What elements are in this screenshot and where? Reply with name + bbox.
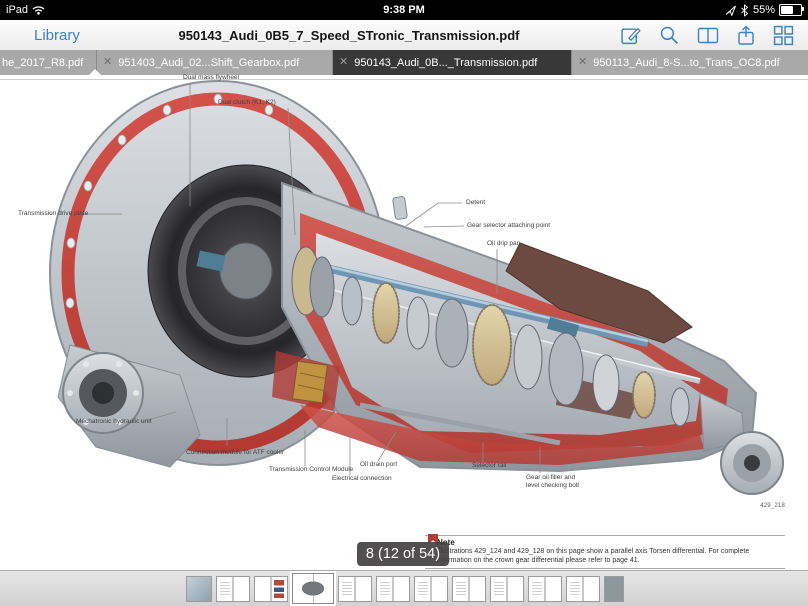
callout-dual-mass-flywheel: Dual mass flywheel xyxy=(183,74,239,82)
library-button[interactable]: Library xyxy=(34,27,80,44)
location-arrow-icon xyxy=(725,5,736,16)
pdf-page[interactable]: Dual mass flywheel Dual clutch (K1, K2) … xyxy=(0,75,808,570)
callout-dual-clutch: Dual clutch (K1, K2) xyxy=(218,99,276,107)
note-title: Note xyxy=(437,538,785,547)
close-icon[interactable]: ✕ xyxy=(339,57,348,68)
thumbnail-page[interactable] xyxy=(186,576,212,602)
note-body: Illustrations 429_124 and 429_128 on thi… xyxy=(437,547,785,565)
page-indicator: 8 (12 of 54) xyxy=(357,542,449,566)
figure-reference-number: 429_218 xyxy=(741,503,785,509)
callout-oil-drain-port: Oil drain port xyxy=(360,461,397,469)
tab-label: he_2017_R8.pdf xyxy=(2,57,83,69)
battery-icon xyxy=(779,4,802,16)
tab-auto-trans-oc8[interactable]: ✕ 950113_Audi_8-S...to_Trans_OC8.pdf xyxy=(572,50,808,75)
nav-bar: Library 950143_Audi_0B5_7_Speed_STronic_… xyxy=(0,20,808,50)
callout-detent: Detent xyxy=(466,199,485,207)
close-icon[interactable]: ✕ xyxy=(578,57,587,68)
tab-bar: he_2017_R8.pdf ✕ 951403_Audi_02...Shift_… xyxy=(0,50,808,75)
thumbnail-current-page[interactable] xyxy=(292,573,334,604)
battery-percent: 55% xyxy=(753,4,775,16)
callout-electrical-connection: Electrical connection xyxy=(332,475,392,483)
callout-selector-rail: Selector rail xyxy=(472,462,506,470)
thumbnail-page[interactable] xyxy=(254,576,288,602)
callout-connection-module-atf-cooler: Connection module for ATF cooler xyxy=(186,449,284,457)
callout-gear-oil-filler: Gear oil filler and level checking bolt xyxy=(526,474,582,490)
tab-notch xyxy=(89,69,101,75)
note-block: Note Illustrations 429_124 and 429_128 o… xyxy=(425,535,785,569)
ipad-pdf-app: iPad 9:38 PM 55% Library 950143_Audi_0B5… xyxy=(0,0,808,606)
callout-oil-drip-pan: Oil drip pan xyxy=(487,240,520,248)
bluetooth-icon xyxy=(740,4,749,17)
close-icon[interactable]: ✕ xyxy=(103,57,112,68)
thumbnail-strip[interactable] xyxy=(0,570,808,606)
search-icon[interactable] xyxy=(659,25,680,46)
callout-transmission-drive-plate: Transmission drive plate xyxy=(18,210,88,218)
document-title: 950143_Audi_0B5_7_Speed_STronic_Transmis… xyxy=(120,28,578,43)
tab-label: 951403_Audi_02...Shift_Gearbox.pdf xyxy=(118,57,299,69)
callout-transmission-control-module: Transmission Control Module xyxy=(269,466,353,474)
callout-gear-selector-attaching-point: Gear selector attaching point xyxy=(467,222,550,230)
grid-view-icon[interactable] xyxy=(773,25,794,46)
clock: 9:38 PM xyxy=(0,4,808,16)
page-view-icon[interactable] xyxy=(697,25,719,46)
status-bar: iPad 9:38 PM 55% xyxy=(0,0,808,20)
tab-stronic-transmission-active[interactable]: ✕ 950143_Audi_0B..._Transmission.pdf xyxy=(333,50,572,75)
annotate-icon[interactable] xyxy=(621,25,642,46)
callout-mechatronic-hydraulic-unit: Mechatronic hydraulic unit xyxy=(76,418,152,426)
tab-label: 950113_Audi_8-S...to_Trans_OC8.pdf xyxy=(593,57,780,69)
tab-label: 950143_Audi_0B..._Transmission.pdf xyxy=(354,57,537,69)
thumbnail-page[interactable] xyxy=(528,576,562,602)
thumbnail-page[interactable] xyxy=(490,576,524,602)
thumbnail-page[interactable] xyxy=(452,576,486,602)
tab-shift-gearbox[interactable]: ✕ 951403_Audi_02...Shift_Gearbox.pdf xyxy=(97,50,333,75)
thumbnail-page[interactable] xyxy=(414,576,448,602)
thumbnail-page[interactable] xyxy=(216,576,250,602)
transmission-cutaway-illustration xyxy=(0,75,808,570)
thumbnail-page[interactable] xyxy=(566,576,600,602)
thumbnail-page[interactable] xyxy=(376,576,410,602)
thumbnail-page[interactable] xyxy=(338,576,372,602)
thumbnail-page[interactable] xyxy=(604,576,624,602)
tab-2017-r8[interactable]: he_2017_R8.pdf xyxy=(0,50,97,75)
share-icon[interactable] xyxy=(736,25,756,46)
